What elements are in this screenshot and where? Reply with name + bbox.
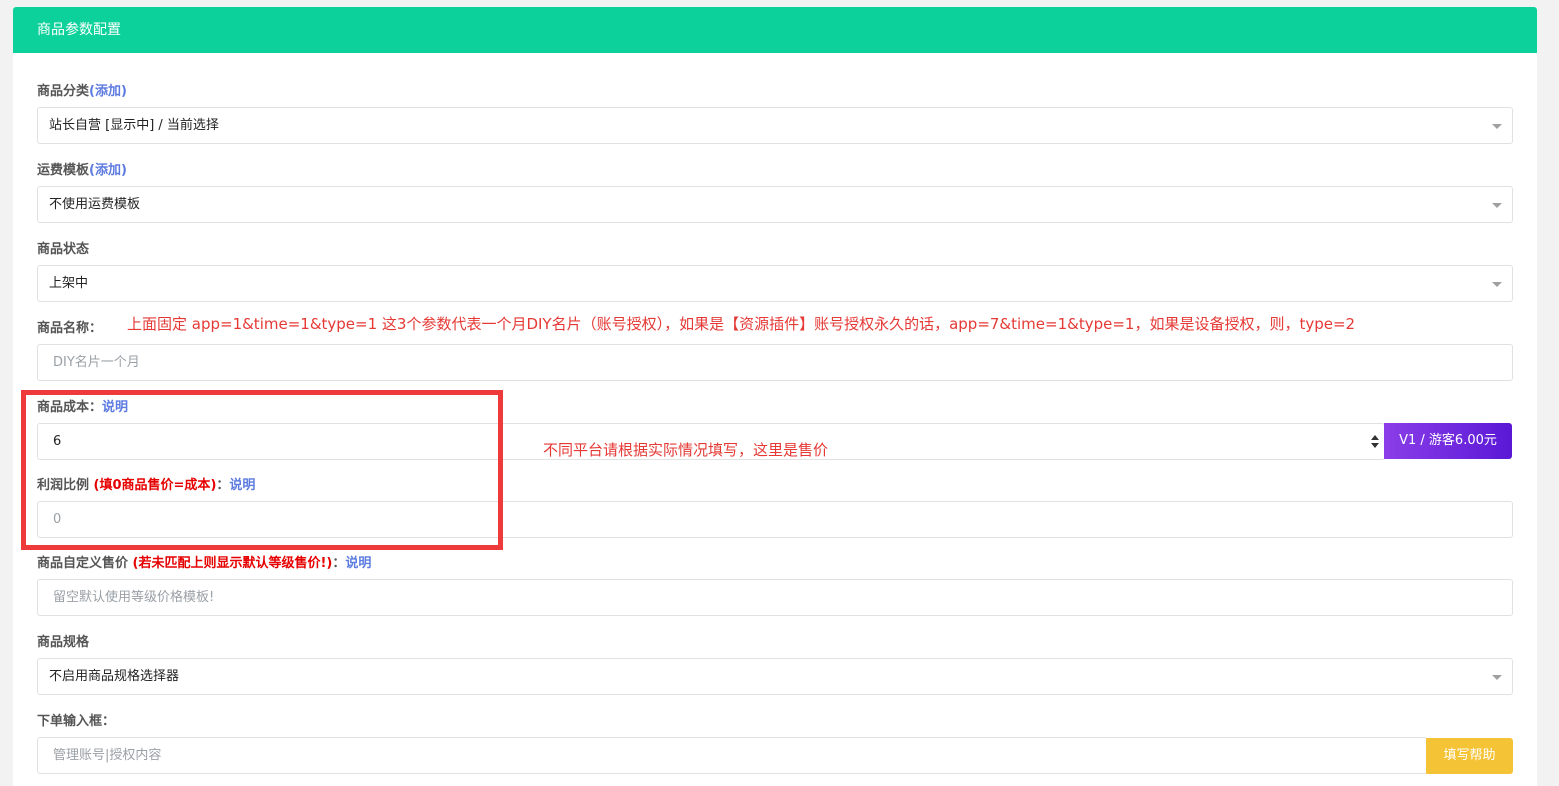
category-add-link[interactable]: 添加 <box>95 84 121 99</box>
category-select[interactable]: 站长自营 [显示中] / 当前选择 <box>37 107 1513 144</box>
shipping-label: 运费模板(添加) <box>37 163 127 178</box>
status-select[interactable]: 上架中 <box>37 265 1513 302</box>
annotation-highlight-box <box>21 390 503 550</box>
number-spinner[interactable] <box>1366 424 1384 459</box>
order-input-label: 下单输入框： <box>37 714 116 729</box>
fill-help-button[interactable]: 填写帮助 <box>1426 738 1513 774</box>
custom-price-label: 商品自定义售价 (若未匹配上则显示默认等级售价!)：说明 <box>37 556 372 571</box>
custom-price-input[interactable]: 留空默认使用等级价格模板! <box>37 579 1513 616</box>
name-input[interactable]: DIY名片一个月 <box>37 344 1513 381</box>
shipping-template-select[interactable]: 不使用运费模板 <box>37 186 1513 223</box>
product-params-panel: 商品参数配置 商品分类(添加) 站长自营 [显示中] / 当前选择 运费模板(添… <box>13 7 1537 786</box>
chevron-down-icon <box>1492 675 1502 680</box>
category-label: 商品分类(添加) <box>37 84 127 99</box>
shipping-add-link[interactable]: 添加 <box>95 163 121 178</box>
chevron-down-icon <box>1492 124 1502 129</box>
status-label: 商品状态 <box>37 242 90 257</box>
chevron-down-icon <box>1492 282 1502 287</box>
panel-title: 商品参数配置 <box>13 7 1537 53</box>
order-input-field[interactable]: 管理账号|授权内容 <box>37 737 1427 774</box>
annotation-top: 上面固定 app=1&time=1&type=1 这3个参数代表一个月DIY名片… <box>127 315 1356 333</box>
spec-label: 商品规格 <box>37 635 90 650</box>
name-label: 商品名称： <box>37 321 103 336</box>
chevron-down-icon <box>1492 203 1502 208</box>
custom-price-help-link[interactable]: 说明 <box>345 556 371 571</box>
spinner-down-icon[interactable] <box>1371 443 1379 448</box>
spec-select[interactable]: 不启用商品规格选择器 <box>37 658 1513 695</box>
level-price-badge: V1 / 游客6.00元 <box>1384 423 1512 459</box>
spinner-up-icon[interactable] <box>1371 435 1379 440</box>
annotation-price: 不同平台请根据实际情况填写，这里是售价 <box>543 441 829 459</box>
